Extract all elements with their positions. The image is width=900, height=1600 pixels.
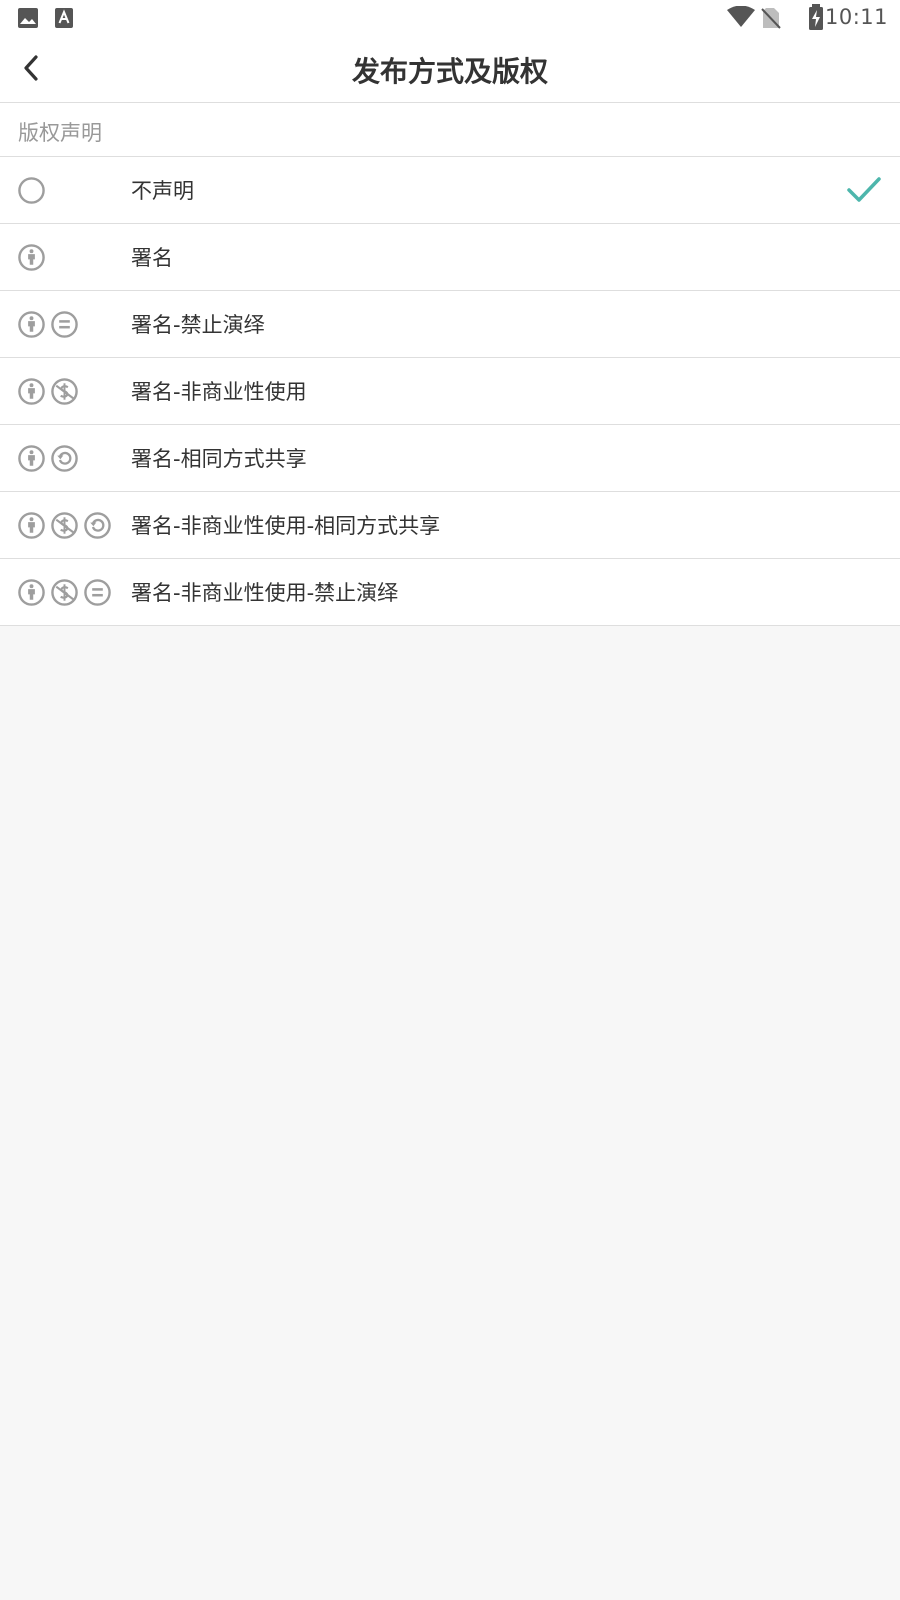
no-sim-icon	[761, 8, 781, 29]
license-icons	[17, 559, 112, 625]
section-header: 版权声明	[0, 103, 900, 157]
license-label: 署名	[131, 246, 173, 270]
cc-sa-icon	[84, 511, 111, 539]
cc-nd-icon	[84, 578, 111, 606]
cc-by-icon	[18, 243, 45, 271]
license-label: 署名-禁止演绎	[131, 313, 265, 337]
checkmark-icon	[847, 177, 881, 202]
cc-nd-icon	[51, 310, 78, 338]
license-label: 不声明	[131, 179, 194, 203]
cc-by-icon	[18, 377, 45, 405]
status-time: 10:11	[824, 5, 888, 29]
image-icon	[18, 8, 38, 28]
cc-by-icon	[18, 310, 45, 338]
license-item-by-nc[interactable]: 署名-非商业性使用	[0, 358, 900, 425]
license-list: 不声明 署名 署名-禁止演绎 署名-非商业性使用 署名-相同方式共享 署名-非商…	[0, 157, 900, 626]
cc-by-icon	[18, 578, 45, 606]
license-label: 署名-非商业性使用-禁止演绎	[131, 581, 399, 605]
app-header: 发布方式及版权	[0, 36, 900, 103]
license-icons	[17, 492, 112, 558]
license-item-by-nc-sa[interactable]: 署名-非商业性使用-相同方式共享	[0, 492, 900, 559]
license-icons	[17, 358, 79, 424]
license-label: 署名-非商业性使用-相同方式共享	[131, 514, 441, 538]
license-icons	[17, 157, 46, 223]
font-download-icon	[55, 8, 73, 28]
cc-nc-icon	[51, 377, 78, 405]
license-icons	[17, 425, 79, 491]
empty-content-area	[0, 626, 900, 1600]
cc-nc-icon	[51, 578, 78, 606]
battery-charging-icon	[809, 4, 823, 30]
license-icons	[17, 291, 79, 357]
wifi-icon	[727, 6, 755, 27]
cc-by-icon	[18, 511, 45, 539]
license-item-by[interactable]: 署名	[0, 224, 900, 291]
license-label: 署名-非商业性使用	[131, 380, 307, 404]
section-title: 版权声明	[18, 121, 102, 145]
license-item-none[interactable]: 不声明	[0, 157, 900, 224]
license-item-by-sa[interactable]: 署名-相同方式共享	[0, 425, 900, 492]
license-item-by-nc-nd[interactable]: 署名-非商业性使用-禁止演绎	[0, 559, 900, 626]
cc-nc-icon	[51, 511, 78, 539]
cc-by-icon	[18, 444, 45, 472]
license-item-by-nd[interactable]: 署名-禁止演绎	[0, 291, 900, 358]
cc-sa-icon	[51, 444, 78, 472]
page-title: 发布方式及版权	[351, 55, 548, 88]
license-label: 署名-相同方式共享	[131, 447, 307, 471]
radio-unselected-icon	[18, 176, 45, 204]
license-icons	[17, 224, 46, 290]
status-bar: 10:11	[0, 0, 900, 36]
